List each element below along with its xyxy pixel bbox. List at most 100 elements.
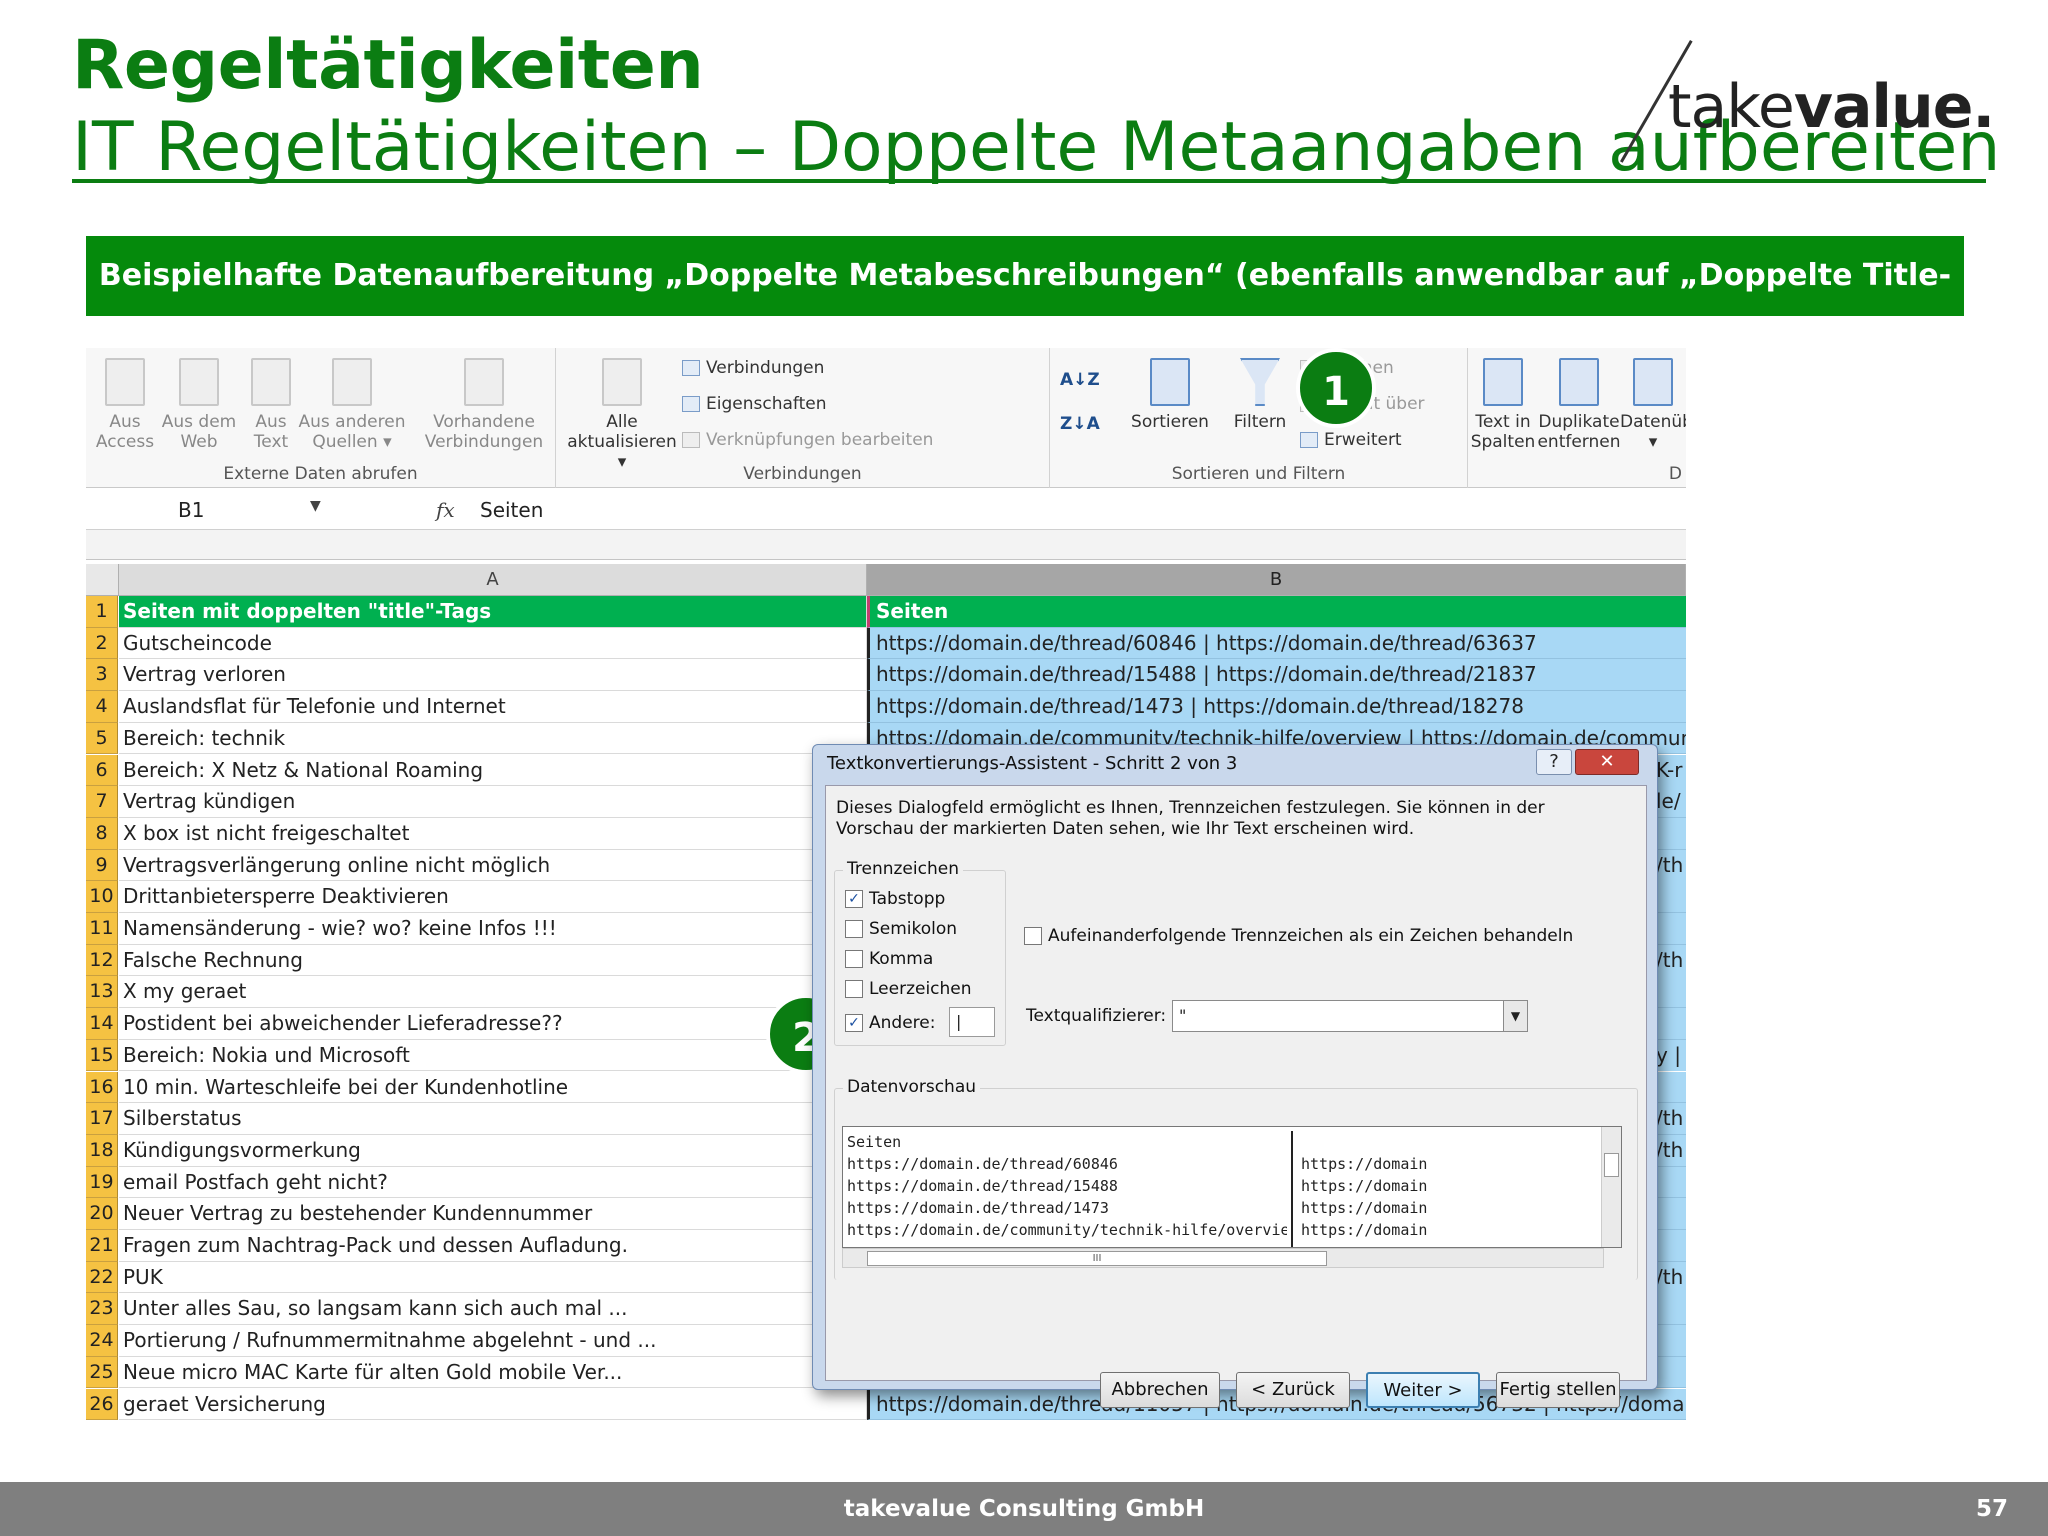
cell-a[interactable]: Vertrag kündigen xyxy=(119,786,867,818)
help-button[interactable]: ? xyxy=(1536,749,1572,775)
komma-check-icon[interactable] xyxy=(845,950,863,968)
aus-anderen-quellen-button[interactable]: Aus anderen Quellen ▾ xyxy=(296,358,408,452)
row-number[interactable]: 19 xyxy=(86,1166,118,1199)
sort-za-button[interactable]: Z↓A xyxy=(1060,414,1100,434)
row-number[interactable]: 10 xyxy=(86,881,118,913)
row-number[interactable]: 15 xyxy=(86,1039,118,1072)
row-number[interactable]: 18 xyxy=(86,1134,118,1167)
verbindungen-button[interactable]: Verbindungen xyxy=(682,358,824,378)
alle-aktualisieren-button[interactable]: Alle aktualisieren ▾ xyxy=(562,358,682,472)
andere-input[interactable]: | xyxy=(949,1007,995,1037)
cell-a[interactable]: Kündigungsvormerkung xyxy=(119,1134,867,1167)
row-number[interactable]: 13 xyxy=(86,976,118,1009)
cell-a[interactable]: Bereich: X Netz & National Roaming xyxy=(119,754,867,787)
fertig-stellen-button[interactable]: Fertig stellen xyxy=(1496,1372,1620,1408)
row-number[interactable]: 20 xyxy=(86,1198,118,1230)
cell-a[interactable]: X box ist nicht freigeschaltet xyxy=(119,817,867,850)
row-number[interactable]: 21 xyxy=(86,1230,118,1262)
row-number[interactable]: 1 xyxy=(86,596,118,628)
cell-a[interactable]: Bereich: technik xyxy=(119,722,867,755)
row-number[interactable]: 8 xyxy=(86,817,118,850)
row-number[interactable]: 22 xyxy=(86,1261,118,1294)
row-number[interactable]: 3 xyxy=(86,659,118,692)
cell-a[interactable]: Seiten mit doppelten "title"-Tags xyxy=(119,596,867,628)
andere-check-icon[interactable]: ✓ xyxy=(845,1014,863,1032)
cell-a[interactable]: Neue micro MAC Karte für alten Gold mobi… xyxy=(119,1356,867,1389)
horizontal-scroll-thumb[interactable]: III xyxy=(867,1251,1327,1266)
semikolon-check-icon[interactable] xyxy=(845,920,863,938)
vertical-scroll-thumb[interactable] xyxy=(1604,1153,1619,1177)
cell-a[interactable]: 10 min. Warteschleife bei der Kundenhotl… xyxy=(119,1071,867,1104)
datenueberpruefung-button[interactable]: Datenüberprüfu▾ xyxy=(1620,358,1686,452)
vorhandene-verbindungen-button[interactable]: Vorhandene Verbindungen xyxy=(416,358,552,452)
name-box[interactable]: B1 xyxy=(86,490,326,530)
row-number[interactable]: 12 xyxy=(86,944,118,977)
abbrechen-button[interactable]: Abbrechen xyxy=(1100,1372,1220,1408)
textqualifizierer-select[interactable]: " ▼ xyxy=(1172,1000,1528,1032)
sort-az-button[interactable]: A↓Z xyxy=(1060,370,1100,390)
row-number[interactable]: 23 xyxy=(86,1293,118,1326)
select-all-corner[interactable] xyxy=(86,564,119,596)
duplikate-entfernen-button[interactable]: Duplikate entfernen xyxy=(1534,358,1624,452)
row-number[interactable]: 7 xyxy=(86,786,118,818)
tabstopp-check-icon[interactable]: ✓ xyxy=(845,890,863,908)
cell-b[interactable]: https://domain.de/thread/1473 | https://… xyxy=(867,691,1686,723)
eigenschaften-button[interactable]: Eigenschaften xyxy=(682,394,826,414)
row-number[interactable]: 25 xyxy=(86,1356,118,1389)
cell-a[interactable]: Neuer Vertrag zu bestehender Kundennumme… xyxy=(119,1198,867,1230)
cell-a[interactable]: X my geraet xyxy=(119,976,867,1009)
cell-a[interactable]: Postident bei abweichender Lieferadresse… xyxy=(119,1008,867,1040)
row-number[interactable]: 24 xyxy=(86,1325,118,1357)
consecutive-check-icon[interactable] xyxy=(1024,927,1042,945)
cell-a[interactable]: Bereich: Nokia und Microsoft xyxy=(119,1039,867,1072)
cell-a[interactable]: Falsche Rechnung xyxy=(119,944,867,977)
cell-a[interactable]: Vertrag verloren xyxy=(119,659,867,692)
weiter-button[interactable]: Weiter > xyxy=(1366,1372,1480,1408)
column-header-b[interactable]: B xyxy=(867,564,1686,596)
row-number[interactable]: 5 xyxy=(86,722,118,755)
cell-a[interactable]: geraet Versicherung xyxy=(119,1388,867,1421)
preview-vertical-scrollbar[interactable] xyxy=(1601,1127,1621,1247)
column-header-a[interactable]: A xyxy=(119,564,867,596)
cell-a[interactable]: email Postfach geht nicht? xyxy=(119,1166,867,1199)
chevron-down-icon[interactable]: ▼ xyxy=(1503,1001,1527,1031)
row-number[interactable]: 26 xyxy=(86,1388,118,1421)
cell-a[interactable]: Fragen zum Nachtrag-Pack und dessen Aufl… xyxy=(119,1230,867,1262)
cell-b[interactable]: https://domain.de/thread/15488 | https:/… xyxy=(867,659,1686,692)
aus-web-button[interactable]: Aus dem Web xyxy=(154,358,244,452)
text-in-spalten-button[interactable]: Text in Spalten xyxy=(1468,358,1538,452)
cell-a[interactable]: Auslandsflat für Telefonie und Internet xyxy=(119,691,867,723)
consecutive-checkbox[interactable]: Aufeinanderfolgende Trennzeichen als ein… xyxy=(1024,926,1573,946)
komma-checkbox[interactable]: Komma xyxy=(845,949,933,969)
sortieren-button[interactable]: Sortieren xyxy=(1120,358,1220,432)
cell-a[interactable]: Portierung / Rufnummermitnahme abgelehnt… xyxy=(119,1325,867,1357)
data-preview[interactable]: Seiten https://domain.de/thread/60846 http… xyxy=(842,1126,1622,1248)
semikolon-checkbox[interactable]: Semikolon xyxy=(845,919,957,939)
erweitert-button[interactable]: Erweitert xyxy=(1300,430,1402,450)
cell-a[interactable]: PUK xyxy=(119,1261,867,1294)
row-number[interactable]: 16 xyxy=(86,1071,118,1104)
tabstopp-checkbox[interactable]: ✓ Tabstopp xyxy=(845,889,945,909)
row-number[interactable]: 6 xyxy=(86,754,118,787)
row-number[interactable]: 17 xyxy=(86,1103,118,1135)
aus-access-button[interactable]: Aus Access xyxy=(90,358,160,452)
cell-a[interactable]: Drittanbietersperre Deaktivieren xyxy=(119,881,867,913)
row-number[interactable]: 11 xyxy=(86,913,118,945)
row-number[interactable]: 14 xyxy=(86,1008,118,1040)
cell-a[interactable]: Vertragsverlängerung online nicht möglic… xyxy=(119,849,867,882)
formula-input[interactable]: Seiten xyxy=(480,490,543,530)
row-number[interactable]: 9 xyxy=(86,849,118,882)
row-number[interactable]: 4 xyxy=(86,691,118,723)
cell-a[interactable]: Silberstatus xyxy=(119,1103,867,1135)
cell-b[interactable]: Seiten xyxy=(867,596,1686,628)
name-box-dropdown-icon[interactable]: ▼ xyxy=(310,498,321,514)
cell-a[interactable]: Unter alles Sau, so langsam kann sich au… xyxy=(119,1293,867,1326)
row-number[interactable]: 2 xyxy=(86,627,118,660)
preview-horizontal-scrollbar[interactable]: III xyxy=(842,1248,1604,1268)
cell-a[interactable]: Namensänderung - wie? wo? keine Infos !!… xyxy=(119,913,867,945)
leerzeichen-check-icon[interactable] xyxy=(845,980,863,998)
cell-b[interactable]: https://domain.de/thread/60846 | https:/… xyxy=(867,627,1686,660)
verknuepfungen-button[interactable]: Verknüpfungen bearbeiten xyxy=(682,430,933,450)
andere-checkbox[interactable]: ✓ Andere: xyxy=(845,1013,935,1033)
leerzeichen-checkbox[interactable]: Leerzeichen xyxy=(845,979,972,999)
